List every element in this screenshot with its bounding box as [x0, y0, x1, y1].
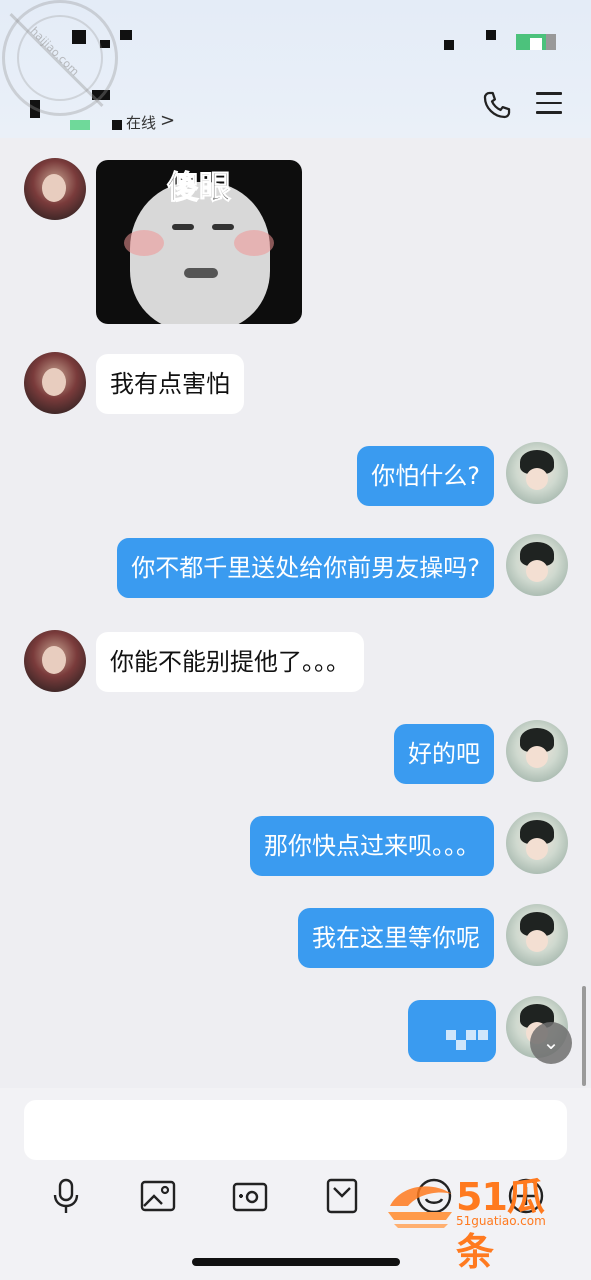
- redaction-block: [444, 40, 454, 50]
- chevron-right-icon[interactable]: >: [160, 110, 175, 131]
- chat-header: 在线 > haijiao.com: [0, 0, 591, 138]
- outgoing-message[interactable]: 你怕什么?: [357, 446, 494, 506]
- redaction-block: [112, 120, 122, 130]
- mailbox-icon[interactable]: [322, 1176, 362, 1216]
- camera-icon[interactable]: [230, 1176, 270, 1216]
- incoming-message[interactable]: 你能不能别提他了。。。: [96, 632, 364, 692]
- my-avatar[interactable]: [506, 442, 568, 504]
- online-dot: [70, 120, 90, 130]
- incoming-message[interactable]: 我有点害怕: [96, 354, 244, 414]
- outgoing-message[interactable]: 我在这里等你呢: [298, 908, 494, 968]
- watermark-seal: haijiao.com: [2, 0, 118, 116]
- my-avatar[interactable]: [506, 720, 568, 782]
- message-input[interactable]: [24, 1100, 567, 1160]
- message-list[interactable]: 傻眼 我有点害怕 你怕什么? 你不都千里送处给你前男友操吗? 你能不能别提他了。…: [0, 138, 591, 1088]
- sticker-caption: 傻眼: [166, 168, 231, 207]
- my-avatar[interactable]: [506, 904, 568, 966]
- redaction-block: [120, 30, 132, 40]
- redaction-block: [486, 30, 496, 40]
- scroll-to-bottom-icon[interactable]: ⌄: [530, 1022, 572, 1064]
- menu-icon[interactable]: [536, 92, 562, 116]
- sticker-message[interactable]: 傻眼: [96, 160, 302, 324]
- outgoing-message[interactable]: 好的吧: [394, 724, 494, 784]
- home-indicator[interactable]: [192, 1258, 400, 1266]
- phone-icon[interactable]: [480, 88, 514, 122]
- outgoing-message[interactable]: 你不都千里送处给你前男友操吗?: [117, 538, 494, 598]
- contact-avatar[interactable]: [24, 158, 86, 220]
- pixelated-message[interactable]: [408, 1000, 496, 1062]
- contact-avatar[interactable]: [24, 630, 86, 692]
- composer-bar: 51瓜条 51guatiao.com: [0, 1088, 591, 1280]
- site-watermark-logo: 51瓜条 51guatiao.com: [386, 1162, 578, 1274]
- online-status: 在线: [126, 114, 157, 132]
- scrollbar[interactable]: [582, 986, 586, 1086]
- outgoing-message[interactable]: 那你快点过来呗。。。: [250, 816, 494, 876]
- battery-cap-icon: [546, 34, 556, 50]
- contact-avatar[interactable]: [24, 352, 86, 414]
- microphone-icon[interactable]: [46, 1176, 86, 1216]
- chat-screen: 在线 > haijiao.com 傻眼 我有点害怕 你怕什么? 你不都千里送处给…: [0, 0, 591, 1280]
- image-icon[interactable]: [138, 1176, 178, 1216]
- my-avatar[interactable]: [506, 812, 568, 874]
- my-avatar[interactable]: [506, 534, 568, 596]
